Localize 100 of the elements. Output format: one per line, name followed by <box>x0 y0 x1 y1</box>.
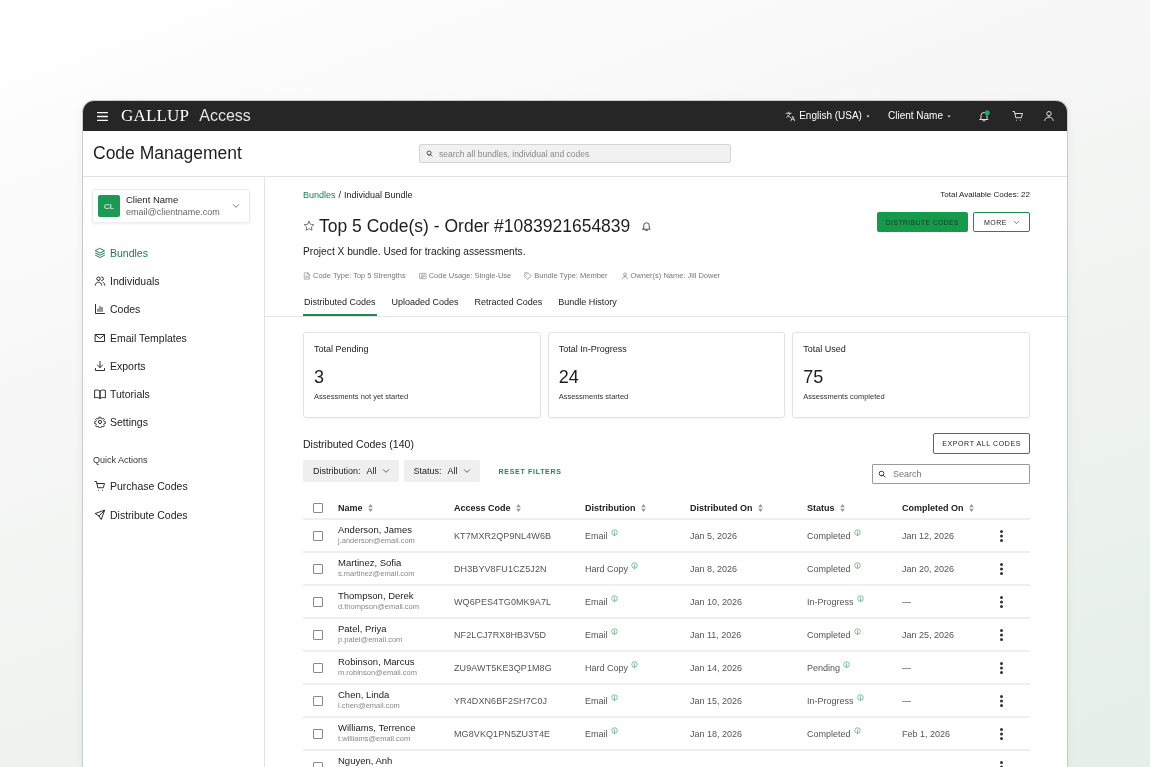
sidebar-item[interactable]: Bundles <box>92 239 148 268</box>
info-icon <box>853 561 861 569</box>
vertical-ellipsis-icon[interactable] <box>1000 628 1003 641</box>
info-icon <box>610 528 618 536</box>
table-cell: — <box>902 595 911 608</box>
checkbox[interactable] <box>313 662 323 673</box>
checkbox[interactable] <box>313 695 323 706</box>
chevron-down-icon <box>1013 218 1020 226</box>
table-cell: Completed <box>807 628 851 641</box>
table-cell: Feb 1, 2026 <box>902 727 951 740</box>
column-header[interactable]: Name <box>338 503 373 513</box>
filter-dropdown[interactable]: Distribution: All <box>303 460 399 482</box>
sidebar-item[interactable]: Individuals <box>92 267 160 296</box>
quick-action-item[interactable]: Distribute Codes <box>92 500 188 529</box>
info-icon <box>853 528 861 536</box>
person-icon <box>620 272 629 280</box>
bundle-description: Project X bundle. Used for tracking assessments. <box>303 245 526 259</box>
tab[interactable]: Uploaded Codes <box>390 292 460 316</box>
table-cell: Jan 5, 2026 <box>690 529 738 542</box>
vertical-ellipsis-icon[interactable] <box>1000 727 1003 740</box>
table-cell: Jan 18, 2026 <box>690 727 743 740</box>
info-icon <box>610 627 618 635</box>
client-email: email@clientname.com <box>126 206 220 218</box>
table-cell: In-Progress <box>807 595 854 608</box>
table-cell: Email <box>585 529 608 542</box>
column-header[interactable]: Status <box>807 503 845 513</box>
table-cell: NF2LCJ7RX8HB3V5D <box>454 628 547 641</box>
vertical-ellipsis-icon[interactable] <box>1000 595 1003 608</box>
avatar: CL <box>98 195 120 217</box>
search-icon <box>878 470 886 478</box>
tag-icon <box>524 272 533 280</box>
search-field[interactable]: Search <box>872 464 1030 484</box>
checkbox[interactable] <box>313 563 323 574</box>
filter-dropdown[interactable]: Status: All <box>403 460 480 482</box>
total-available-codes: Total Available Codes: 22 <box>940 189 1030 201</box>
sidebar-item[interactable]: Tutorials <box>92 379 150 409</box>
account-menu[interactable]: Client Name <box>887 109 952 123</box>
sidebar-item[interactable]: Email Templates <box>92 323 187 352</box>
translate-icon <box>785 110 797 122</box>
document-icon <box>303 272 311 280</box>
checkbox[interactable] <box>313 503 323 513</box>
table-cell: Email <box>585 727 608 740</box>
client-name: Client Name <box>126 194 179 206</box>
tab[interactable]: Distributed Codes <box>303 292 377 316</box>
vertical-ellipsis-icon[interactable] <box>1000 694 1003 707</box>
table-cell: Jan 10, 2026 <box>690 595 743 608</box>
layers-icon <box>94 247 106 260</box>
checkbox[interactable] <box>313 530 323 541</box>
bell-icon[interactable] <box>978 110 990 122</box>
search-field[interactable]: search all bundles, individual and codes <box>419 144 731 163</box>
download-icon <box>94 359 106 372</box>
chevron-down-icon <box>462 467 471 475</box>
table-cell: — <box>902 694 911 707</box>
info-icon <box>853 726 861 734</box>
table-cell: Jan 12, 2026 <box>902 529 955 542</box>
column-header[interactable]: Access Code <box>454 503 521 513</box>
chevron-down-icon <box>381 467 390 475</box>
table-cell: Jan 20, 2026 <box>902 562 955 575</box>
sidebar-item[interactable]: Settings <box>92 408 148 437</box>
bundle-title: Top 5 Code(s) - Order #1083921654839 <box>319 215 631 237</box>
info-icon <box>631 660 639 668</box>
cart-icon[interactable] <box>1012 110 1024 122</box>
table-cell: KT7MXR2QP9NL4W6B <box>454 529 552 542</box>
star-icon[interactable] <box>303 220 315 232</box>
vertical-ellipsis-icon[interactable] <box>1000 529 1003 542</box>
checkbox[interactable] <box>313 728 323 739</box>
breadcrumb-link[interactable]: Bundles <box>303 189 336 201</box>
checkbox[interactable] <box>313 629 323 640</box>
column-header[interactable]: Distributed On <box>690 503 763 513</box>
sidebar-item[interactable]: Codes <box>92 295 141 324</box>
vertical-ellipsis-icon[interactable] <box>1000 661 1003 674</box>
section-label: Quick Actions <box>92 454 148 467</box>
table-cell: Completed <box>807 727 851 740</box>
menu-icon[interactable] <box>95 109 110 123</box>
column-header[interactable]: Distribution <box>585 503 646 513</box>
column-header[interactable]: Completed On <box>902 503 974 513</box>
caret-icon <box>864 113 871 119</box>
table-cell: Pending <box>807 661 841 674</box>
info-icon <box>610 726 618 734</box>
person-name: Martinez, Sofia <box>338 557 402 569</box>
people-icon <box>94 275 106 288</box>
vertical-ellipsis-icon[interactable] <box>1000 562 1003 575</box>
book-icon <box>94 388 106 401</box>
bell-icon[interactable] <box>641 220 653 232</box>
quick-action-item[interactable]: Purchase Codes <box>92 472 188 501</box>
tab[interactable]: Retracted Codes <box>473 292 544 316</box>
language-menu[interactable]: English (USA) <box>785 109 871 123</box>
table-cell: Hard Copy <box>585 562 629 575</box>
sidebar-item[interactable]: Exports <box>92 351 146 380</box>
card-title: Total In-Progress <box>558 343 627 355</box>
person-name: Nguyen, Anh <box>338 755 393 767</box>
user-icon[interactable] <box>1043 110 1055 122</box>
sort-icon <box>968 504 974 512</box>
checkbox[interactable] <box>313 596 323 607</box>
info-icon <box>631 561 639 569</box>
client-switcher[interactable]: CL Client Name email@clientname.com <box>92 189 250 223</box>
table-cell: Jan 11, 2026 <box>690 628 742 641</box>
info-icon <box>843 660 851 668</box>
bar-chart-icon <box>94 303 106 316</box>
tab[interactable]: Bundle History <box>557 292 618 316</box>
